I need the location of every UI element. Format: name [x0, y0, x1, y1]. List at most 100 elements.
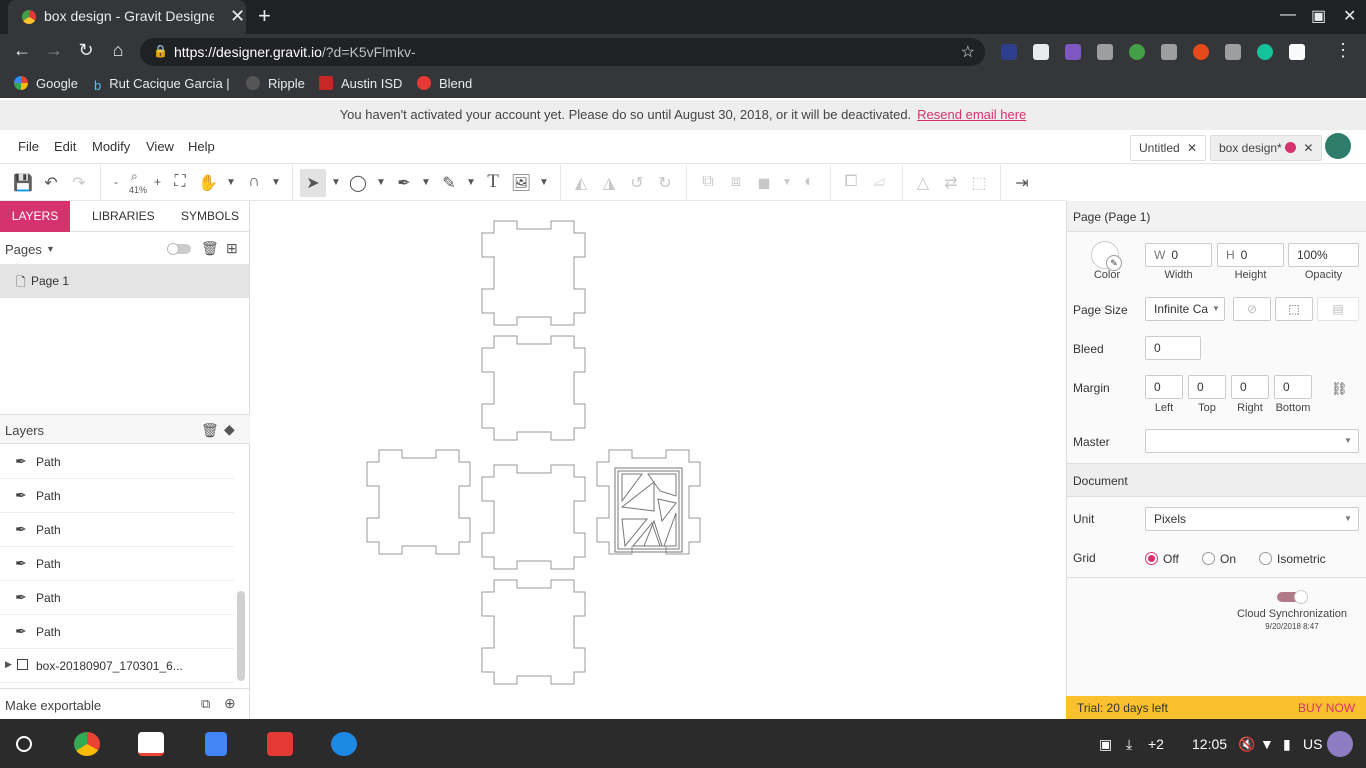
path-ops-icon[interactable]: ⇄: [940, 173, 962, 193]
opacity-field[interactable]: 100%: [1288, 243, 1359, 267]
bookmark-rut[interactable]: b Rut Cacique Garcia |: [94, 76, 230, 93]
download-icon[interactable]: ⤓: [1126, 736, 1132, 753]
user-avatar-shelf[interactable]: [1327, 731, 1353, 757]
group-icon[interactable]: ⧉: [697, 173, 719, 191]
trash-icon[interactable]: 🗑: [201, 422, 219, 439]
tab-symbols[interactable]: SYMBOLS: [181, 201, 239, 232]
zoom-out-button[interactable]: -: [114, 175, 118, 189]
tab-close-icon[interactable]: ✕: [230, 6, 245, 27]
bookmark-google[interactable]: Google: [14, 76, 78, 91]
address-bar[interactable]: 🔒 https://designer.gravit.io/?d=K5vFlmkv…: [140, 38, 985, 66]
boolean-icon[interactable]: ⧠: [840, 173, 862, 191]
layer-row[interactable]: ✒ Path: [0, 547, 234, 581]
margin-top-field[interactable]: 0: [1188, 375, 1226, 399]
tab-layers[interactable]: LAYERS: [0, 201, 70, 232]
page-item-page-1[interactable]: 🗋 Page 1: [0, 264, 249, 298]
chevron-down-icon[interactable]: ▼: [265, 177, 287, 188]
youtube-app-icon[interactable]: [267, 732, 293, 756]
wifi-icon[interactable]: ▼: [1260, 736, 1274, 752]
extension-icon-6[interactable]: [1161, 44, 1177, 60]
grid-off-radio[interactable]: [1145, 552, 1158, 565]
layer-row[interactable]: ✒ Path: [0, 445, 234, 479]
battery-icon[interactable]: ▮: [1283, 736, 1291, 753]
extension-icon-2[interactable]: [1033, 44, 1049, 60]
bookmark-star-icon[interactable]: ☆: [961, 42, 975, 62]
maximize-icon[interactable]: ▣: [1311, 6, 1326, 26]
new-tab-button[interactable]: +: [258, 3, 271, 29]
add-export-icon[interactable]: ⊕: [224, 695, 236, 712]
trash-icon[interactable]: 🗑: [201, 240, 219, 257]
clock[interactable]: 12:05: [1192, 736, 1227, 752]
menu-help[interactable]: Help: [188, 139, 215, 154]
chevron-down-icon[interactable]: ▼: [415, 177, 437, 188]
bleed-field[interactable]: 0: [1145, 336, 1201, 360]
chevron-down-icon[interactable]: ▼: [370, 177, 392, 188]
chrome-app-icon[interactable]: [74, 732, 100, 756]
resend-email-link[interactable]: Resend email here: [917, 107, 1026, 122]
unit-select[interactable]: Pixels ▼: [1145, 507, 1359, 531]
files-app-icon[interactable]: [331, 732, 357, 756]
browser-tab[interactable]: box design - Gravit Designer ✕: [8, 0, 246, 34]
menu-edit[interactable]: Edit: [54, 139, 76, 154]
close-icon[interactable]: ✕: [1187, 141, 1197, 155]
buy-now-button[interactable]: BUY NOW: [1298, 701, 1355, 715]
box-panel-left[interactable]: [366, 449, 471, 555]
rotate-left-icon[interactable]: ↺: [626, 173, 648, 193]
menu-view[interactable]: View: [146, 139, 174, 154]
rotate-right-icon[interactable]: ↻: [654, 173, 676, 193]
extension-icon-5[interactable]: [1129, 44, 1145, 60]
page-options-button[interactable]: ▤: [1317, 297, 1359, 321]
menu-modify[interactable]: Modify: [92, 139, 130, 154]
boolean-subtract-icon[interactable]: ⧡: [868, 173, 890, 191]
magnet-icon[interactable]: ∩: [243, 173, 265, 191]
extension-icon-8[interactable]: [1225, 44, 1241, 60]
window-close-icon[interactable]: ✕: [1343, 6, 1356, 26]
arrange-icon[interactable]: ◼: [753, 173, 775, 193]
margin-right-field[interactable]: 0: [1231, 375, 1269, 399]
master-select[interactable]: ▼: [1145, 429, 1359, 453]
bookmark-blend[interactable]: Blend: [417, 76, 472, 91]
chevron-down-icon[interactable]: ▼: [325, 177, 347, 188]
flip-horizontal-icon[interactable]: ◭: [570, 173, 592, 193]
convert-path-icon[interactable]: △: [912, 173, 934, 193]
chevron-down-icon[interactable]: ▼: [220, 177, 242, 188]
forward-icon[interactable]: →: [42, 40, 66, 61]
box-panel-bottom[interactable]: [481, 579, 586, 685]
flip-vertical-icon[interactable]: ◮: [598, 173, 620, 193]
image-tool-icon[interactable]: 🖼: [510, 173, 532, 193]
layer-row-group[interactable]: ▶ box-20180907_170301_6...: [0, 649, 234, 683]
user-avatar[interactable]: [1325, 133, 1351, 159]
doc-tab-box-design[interactable]: box design* ✕: [1210, 135, 1323, 161]
minimize-icon[interactable]: —: [1280, 6, 1296, 24]
grammarly-icon[interactable]: [1257, 44, 1273, 60]
add-layer-icon[interactable]: ◆: [224, 421, 235, 438]
link-margins-icon[interactable]: ⛓: [1331, 381, 1348, 397]
launcher-icon[interactable]: [16, 736, 32, 752]
chevron-down-icon[interactable]: ▼: [533, 177, 555, 188]
pen-tool-icon[interactable]: ✒: [393, 173, 415, 193]
extension-icon-1[interactable]: [1001, 44, 1017, 60]
mute-icon[interactable]: 🔇: [1238, 736, 1255, 753]
cloud-sync-toggle[interactable]: [1277, 590, 1308, 604]
pointer-tool-icon[interactable]: ➤: [302, 173, 324, 193]
reload-icon[interactable]: ↻: [74, 40, 98, 61]
height-field[interactable]: H0: [1217, 243, 1284, 267]
box-panel-right[interactable]: [596, 449, 701, 555]
geometric-pattern[interactable]: [614, 467, 683, 553]
close-icon[interactable]: ✕: [1303, 141, 1313, 155]
selection-box-icon[interactable]: ⬚: [968, 173, 990, 193]
box-panel-center[interactable]: [481, 464, 586, 570]
layer-row[interactable]: ✒ Path: [0, 479, 234, 513]
screenshot-icon[interactable]: ▣: [1099, 736, 1112, 753]
add-page-icon[interactable]: ⊞: [226, 240, 238, 257]
redo-icon[interactable]: ↷: [68, 173, 90, 193]
pencil-tool-icon[interactable]: ✎: [438, 173, 460, 193]
grid-isometric-radio[interactable]: [1259, 552, 1272, 565]
text-tool-icon[interactable]: T: [482, 171, 504, 193]
layer-row[interactable]: ✒ Path: [0, 513, 234, 547]
zoom-in-button[interactable]: +: [154, 175, 161, 189]
hand-tool-icon[interactable]: ✋: [197, 173, 219, 193]
orientation-button[interactable]: ⊘: [1233, 297, 1271, 321]
menu-file[interactable]: File: [18, 139, 39, 154]
page-size-select[interactable]: Infinite Ca ▼: [1145, 297, 1225, 321]
